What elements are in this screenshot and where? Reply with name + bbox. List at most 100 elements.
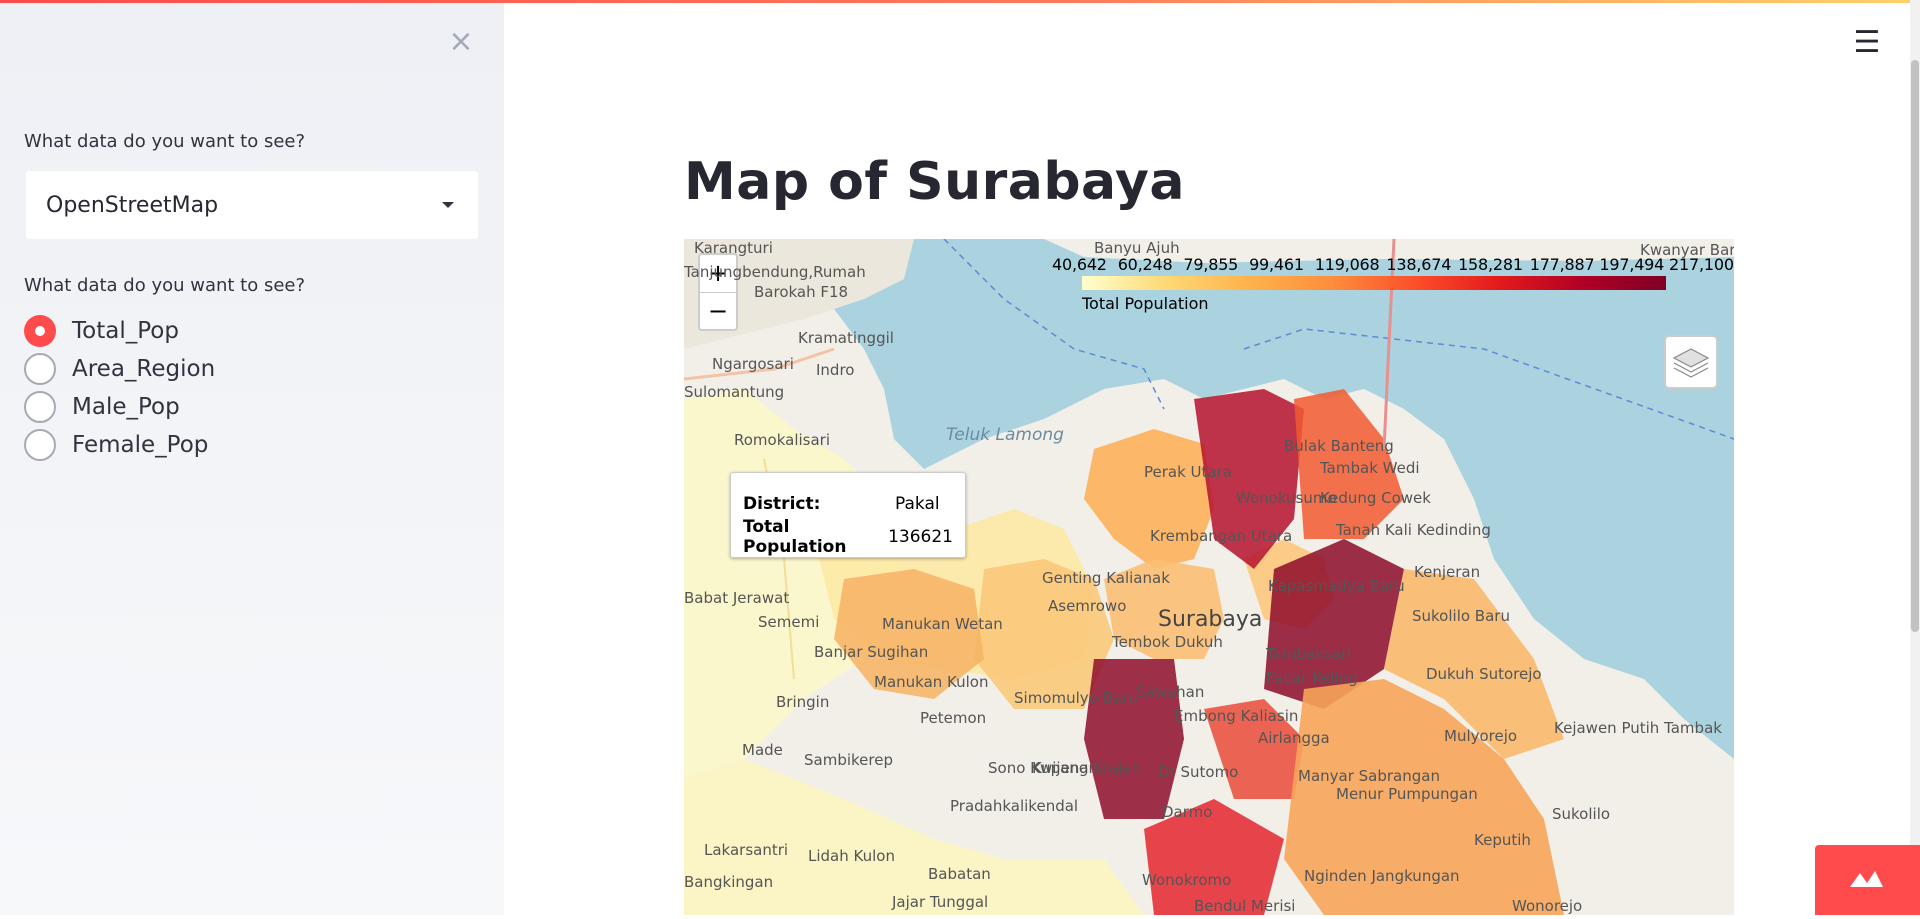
tooltip-population-value: 136621 xyxy=(888,526,953,547)
map-tooltip: District: Pakal Total Population 136621 xyxy=(730,472,966,558)
map-place-label: Lakarsantri xyxy=(704,841,789,859)
legend-tick: 119,068 xyxy=(1314,255,1380,274)
page-title: Map of Surabaya xyxy=(684,152,1186,212)
map-place-label: Pacar Keling xyxy=(1266,669,1358,687)
map-place-label: Manyar Sabrangan xyxy=(1298,767,1440,785)
map-place-label: Tambak Wedi xyxy=(1320,459,1420,477)
map-place-label: Lidah Kulon xyxy=(808,847,895,865)
map-place-label: Sememi xyxy=(758,613,820,631)
radio-checked-icon[interactable] xyxy=(24,315,56,347)
map-place-label: Banjar Sugihan xyxy=(814,643,929,661)
streamlit-badge[interactable] xyxy=(1815,845,1920,915)
map-place-label: Kedung Cowek xyxy=(1320,489,1431,507)
map-tile-select-value: OpenStreetMap xyxy=(46,192,219,218)
radio-unchecked-icon[interactable] xyxy=(24,429,56,461)
map-place-label: Bangkingan xyxy=(684,873,774,891)
map-place-label: Dr Sutomo xyxy=(1158,763,1239,781)
map-place-label: Nginden Jangkungan xyxy=(1304,867,1460,885)
map-place-label: Krembangan Utara xyxy=(1150,527,1293,545)
map-place-label: Petemon xyxy=(920,709,987,727)
map-place-label: Tanjungbendung,Rumah xyxy=(684,263,866,281)
legend-tick: 177,887 xyxy=(1529,255,1595,274)
legend-color-bar xyxy=(1082,276,1666,290)
map-tile-select[interactable]: OpenStreetMap xyxy=(26,171,478,239)
tooltip-row-district: District: Pakal xyxy=(743,487,953,520)
close-sidebar-icon[interactable]: × xyxy=(446,27,476,57)
map-place-label: Sulomantung xyxy=(684,383,785,401)
radio-question-label: What data do you want to see? xyxy=(24,275,306,296)
map-place-label: Kejawen Putih Tambak xyxy=(1554,719,1722,737)
map-place-label: Embong Kaliasin xyxy=(1174,707,1299,725)
map-place-label: Babatan xyxy=(928,865,991,883)
map-place-label: Bulak Banteng xyxy=(1284,437,1394,455)
radio-option-female-pop[interactable]: Female_Pop xyxy=(24,428,208,462)
streamlit-crown-icon xyxy=(1850,871,1883,887)
legend-tick: 158,281 xyxy=(1458,255,1523,274)
legend-tick: 40,642 xyxy=(1052,255,1107,274)
map-place-label: Banyu Ajuh xyxy=(1094,239,1180,257)
map-place-label: Babat Jerawat xyxy=(684,589,790,607)
chevron-down-icon xyxy=(442,202,454,208)
map-place-label: Sukolilo Baru xyxy=(1412,607,1510,625)
radio-option-total-pop[interactable]: Total_Pop xyxy=(24,314,179,348)
map-place-label: Genting Kalianak xyxy=(1042,569,1170,587)
map-place-label: Romokalisari xyxy=(734,431,831,449)
map-place-label: Barokah F18 xyxy=(754,283,849,301)
map-place-label: Sukolilo xyxy=(1552,805,1611,823)
radio-option-label: Area_Region xyxy=(72,356,216,382)
map-place-label: Sawahan xyxy=(1136,683,1205,701)
legend-tick: 60,248 xyxy=(1117,255,1173,274)
map-place-label: Manukan Wetan xyxy=(882,615,1003,633)
map-place-label: Pradahkalikendal xyxy=(950,797,1079,815)
hamburger-menu-icon[interactable]: ☰ xyxy=(1852,28,1882,58)
map-place-label: Tembok Dukuh xyxy=(1112,633,1223,651)
legend-tick: 138,674 xyxy=(1386,255,1452,274)
layers-icon xyxy=(1672,348,1710,378)
map-place-label: Asemrowo xyxy=(1048,597,1127,615)
radio-unchecked-icon[interactable] xyxy=(24,391,56,423)
legend-caption: Total Population xyxy=(1082,294,1209,313)
page-scrollbar-thumb[interactable] xyxy=(1911,60,1919,632)
map-place-label: Mulyorejo xyxy=(1444,727,1518,745)
map-place-label: Sambikerep xyxy=(804,751,893,769)
map-place-label: Perak Utara xyxy=(1144,463,1232,481)
select-question-label: What data do you want to see? xyxy=(24,131,306,152)
map-place-label: Ngargosari xyxy=(712,355,794,373)
radio-option-male-pop[interactable]: Male_Pop xyxy=(24,390,180,424)
radio-option-label: Total_Pop xyxy=(72,318,179,344)
map-place-label: Simomulyo Baru xyxy=(1014,689,1138,707)
map-place-label: Dukuh Sutorejo xyxy=(1426,665,1542,683)
map-place-label: Tanah Kali Kedinding xyxy=(1336,521,1491,539)
legend-tick: 79,855 xyxy=(1183,255,1239,274)
map-place-label: Sono Kwijenan xyxy=(988,759,1099,777)
radio-unchecked-icon[interactable] xyxy=(24,353,56,385)
sidebar: × What data do you want to see? OpenStre… xyxy=(0,3,504,915)
map-city-label: Surabaya xyxy=(1158,607,1263,632)
map-place-label: Darmo xyxy=(1162,803,1213,821)
tooltip-district-key: District: xyxy=(743,493,821,514)
map-place-label: Menur Pumpungan xyxy=(1336,785,1478,803)
map-place-label: Kenjeran xyxy=(1414,563,1481,581)
choropleth-map[interactable]: + − 40,642 60,248 79,855 99,461 119,068 … xyxy=(684,239,1734,915)
radio-option-area-region[interactable]: Area_Region xyxy=(24,352,215,386)
map-place-label: Tambaksari xyxy=(1266,645,1352,663)
map-place-label: Airlangga xyxy=(1258,729,1330,747)
map-place-label: Indro xyxy=(816,361,855,379)
map-place-label: Bendul Merisi xyxy=(1194,897,1296,915)
tooltip-population-key: Total Population xyxy=(743,516,847,557)
map-place-label: Kwanyar Barat xyxy=(1640,241,1734,259)
map-place-label: Wonorejo xyxy=(1512,897,1583,915)
map-place-label: Kramatinggil xyxy=(798,329,894,347)
layers-control-button[interactable] xyxy=(1664,335,1718,389)
map-place-label: Jajar Tunggal xyxy=(892,893,989,911)
map-place-label: Keputih xyxy=(1474,831,1531,849)
legend-tick: 99,461 xyxy=(1249,255,1304,274)
map-place-label: Bringin xyxy=(776,693,830,711)
map-place-label: Wonokromo xyxy=(1142,871,1232,889)
tooltip-row-population: Total Population 136621 xyxy=(743,517,953,557)
zoom-out-button[interactable]: − xyxy=(700,292,736,329)
radio-option-label: Male_Pop xyxy=(72,394,180,420)
tooltip-district-value: Pakal xyxy=(895,493,940,514)
radio-option-label: Female_Pop xyxy=(72,432,209,458)
map-place-label: Manukan Kulon xyxy=(874,673,989,691)
